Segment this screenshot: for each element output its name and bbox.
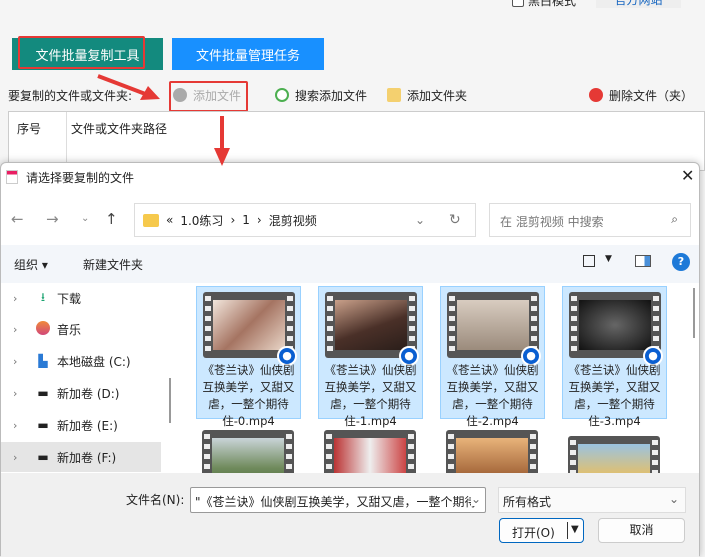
- file-tile[interactable]: ● 《苍兰诀》仙侠剧互换美学，又甜又虐，一整个期待住-3.mp4: [562, 286, 667, 428]
- search-input[interactable]: 在 混剪视频 中搜索 ⌕: [489, 203, 691, 237]
- video-thumbnail: ●: [325, 292, 419, 366]
- drive-icon: ▙: [38, 354, 48, 368]
- filename-label: 文件名(N):: [126, 493, 185, 507]
- chevron-down-icon[interactable]: ⌄: [415, 213, 425, 227]
- file-grid-scrollbar[interactable]: [693, 288, 695, 338]
- up-icon[interactable]: ↑: [105, 210, 118, 228]
- arrow-line: [97, 74, 149, 97]
- address-bar[interactable]: « 1.0练习 › 1 › 混剪视频 ⌄ ↻: [134, 203, 476, 237]
- chevron-down-icon: ⌄: [668, 492, 679, 506]
- arrow-head: [214, 148, 230, 166]
- command-bar: 组织 ▾ 新建文件夹 ▼ ?: [1, 245, 699, 283]
- breadcrumb-overflow[interactable]: «: [166, 213, 173, 227]
- file-type-select[interactable]: 所有格式 ⌄: [498, 487, 686, 513]
- drive-icon: ▬: [37, 386, 49, 400]
- file-tile[interactable]: ●: [562, 431, 667, 473]
- file-name: 《苍兰诀》仙侠剧互换美学，又甜又虐，一整个期待住-0.mp4: [202, 363, 295, 428]
- new-folder-button[interactable]: 新建文件夹: [83, 256, 143, 273]
- app-icon: [6, 170, 18, 184]
- sidebar-list: › ⭳ 下载 › 音乐 › ▙ 本地磁盘 (C:) › ▬ 新加卷 (D:) › ▬ 新加卷 (E…: [1, 283, 161, 473]
- open-button[interactable]: 打开(O) ▼: [499, 518, 584, 543]
- breadcrumb-separator: ›: [230, 213, 236, 227]
- breadcrumb-item[interactable]: 1: [242, 213, 250, 227]
- sidebar-scrollbar[interactable]: [169, 378, 171, 423]
- breadcrumb-separator: ›: [256, 213, 262, 227]
- open-file-dialog: 请选择要复制的文件 ✕ ← → ⌄ ↑ « 1.0练习 › 1 › 混剪视频 ⌄…: [0, 162, 700, 557]
- video-thumbnail: ●: [324, 430, 416, 473]
- dialog-title: 请选择要复制的文件: [26, 171, 135, 185]
- recent-dropdown-icon[interactable]: ⌄: [81, 213, 89, 224]
- sidebar-item-music[interactable]: › 音乐: [1, 314, 161, 344]
- open-dropdown-icon[interactable]: ▼: [571, 524, 579, 535]
- file-name: 《苍兰诀》仙侠剧互换美学，又甜又虐，一整个期待住-3.mp4: [568, 363, 661, 428]
- music-icon: [35, 320, 51, 338]
- breadcrumb-item[interactable]: 混剪视频: [269, 212, 317, 229]
- video-thumbnail: ●: [569, 292, 663, 366]
- file-tile[interactable]: ●: [196, 425, 301, 473]
- file-name: 《苍兰诀》仙侠剧互换美学，又甜又虐，一整个期待住-1.mp4: [324, 363, 417, 428]
- sidebar-item-drive-c[interactable]: › ▙ 本地磁盘 (C:): [1, 346, 161, 376]
- breadcrumb-item[interactable]: 1.0练习: [180, 212, 223, 229]
- help-icon[interactable]: ?: [672, 253, 690, 271]
- search-icon: ⌕: [671, 212, 678, 226]
- file-tile[interactable]: ● 《苍兰诀》仙侠剧互换美学，又甜又虐，一整个期待住-2.mp4: [440, 286, 545, 428]
- drive-icon: ▬: [37, 450, 49, 464]
- download-icon: ⭳: [40, 289, 46, 304]
- organize-menu[interactable]: 组织 ▾: [14, 256, 48, 273]
- chevron-down-icon[interactable]: ⌄: [470, 492, 481, 506]
- file-grid: ● 《苍兰诀》仙侠剧互换美学，又甜又虐，一整个期待住-0.mp4 ● 《苍兰诀》仙侠…: [179, 283, 689, 473]
- sidebar-item-drive-e[interactable]: › ▬ 新加卷 (E:): [1, 410, 161, 440]
- preview-pane-icon[interactable]: [635, 255, 651, 267]
- file-tile[interactable]: ●: [440, 425, 545, 473]
- video-thumbnail: ●: [568, 436, 660, 473]
- video-thumbnail: ●: [447, 292, 541, 366]
- file-tile[interactable]: ● 《苍兰诀》仙侠剧互换美学，又甜又虐，一整个期待住-1.mp4: [318, 286, 423, 428]
- sidebar-item-drive-f[interactable]: › ▬ 新加卷 (F:): [1, 442, 161, 472]
- annotation-arrows: [97, 74, 230, 166]
- filename-input[interactable]: "《苍兰诀》仙侠剧互换美学，又甜又虐，一整个期待 ⌄: [190, 487, 486, 513]
- forward-icon[interactable]: →: [46, 210, 59, 228]
- refresh-icon[interactable]: ↻: [449, 212, 461, 228]
- view-dropdown-icon[interactable]: ▼: [605, 254, 612, 264]
- drive-icon: ▬: [37, 418, 49, 432]
- video-thumbnail: ●: [203, 292, 297, 366]
- video-thumbnail: ●: [446, 430, 538, 473]
- file-tile[interactable]: ●: [318, 425, 423, 473]
- folder-icon: [143, 213, 159, 227]
- sidebar-item-downloads[interactable]: › ⭳ 下载: [1, 283, 161, 313]
- back-icon[interactable]: ←: [11, 210, 24, 228]
- cancel-button[interactable]: 取消: [598, 518, 685, 543]
- file-name: 《苍兰诀》仙侠剧互换美学，又甜又虐，一整个期待住-2.mp4: [446, 363, 539, 428]
- dialog-footer: 文件名(N): "《苍兰诀》仙侠剧互换美学，又甜又虐，一整个期待 ⌄ 所有格式 …: [1, 473, 699, 557]
- sidebar-item-drive-d[interactable]: › ▬ 新加卷 (D:): [1, 378, 161, 408]
- view-icon[interactable]: [583, 255, 595, 267]
- file-tile[interactable]: ● 《苍兰诀》仙侠剧互换美学，又甜又虐，一整个期待住-0.mp4: [196, 286, 301, 428]
- video-thumbnail: ●: [202, 430, 294, 473]
